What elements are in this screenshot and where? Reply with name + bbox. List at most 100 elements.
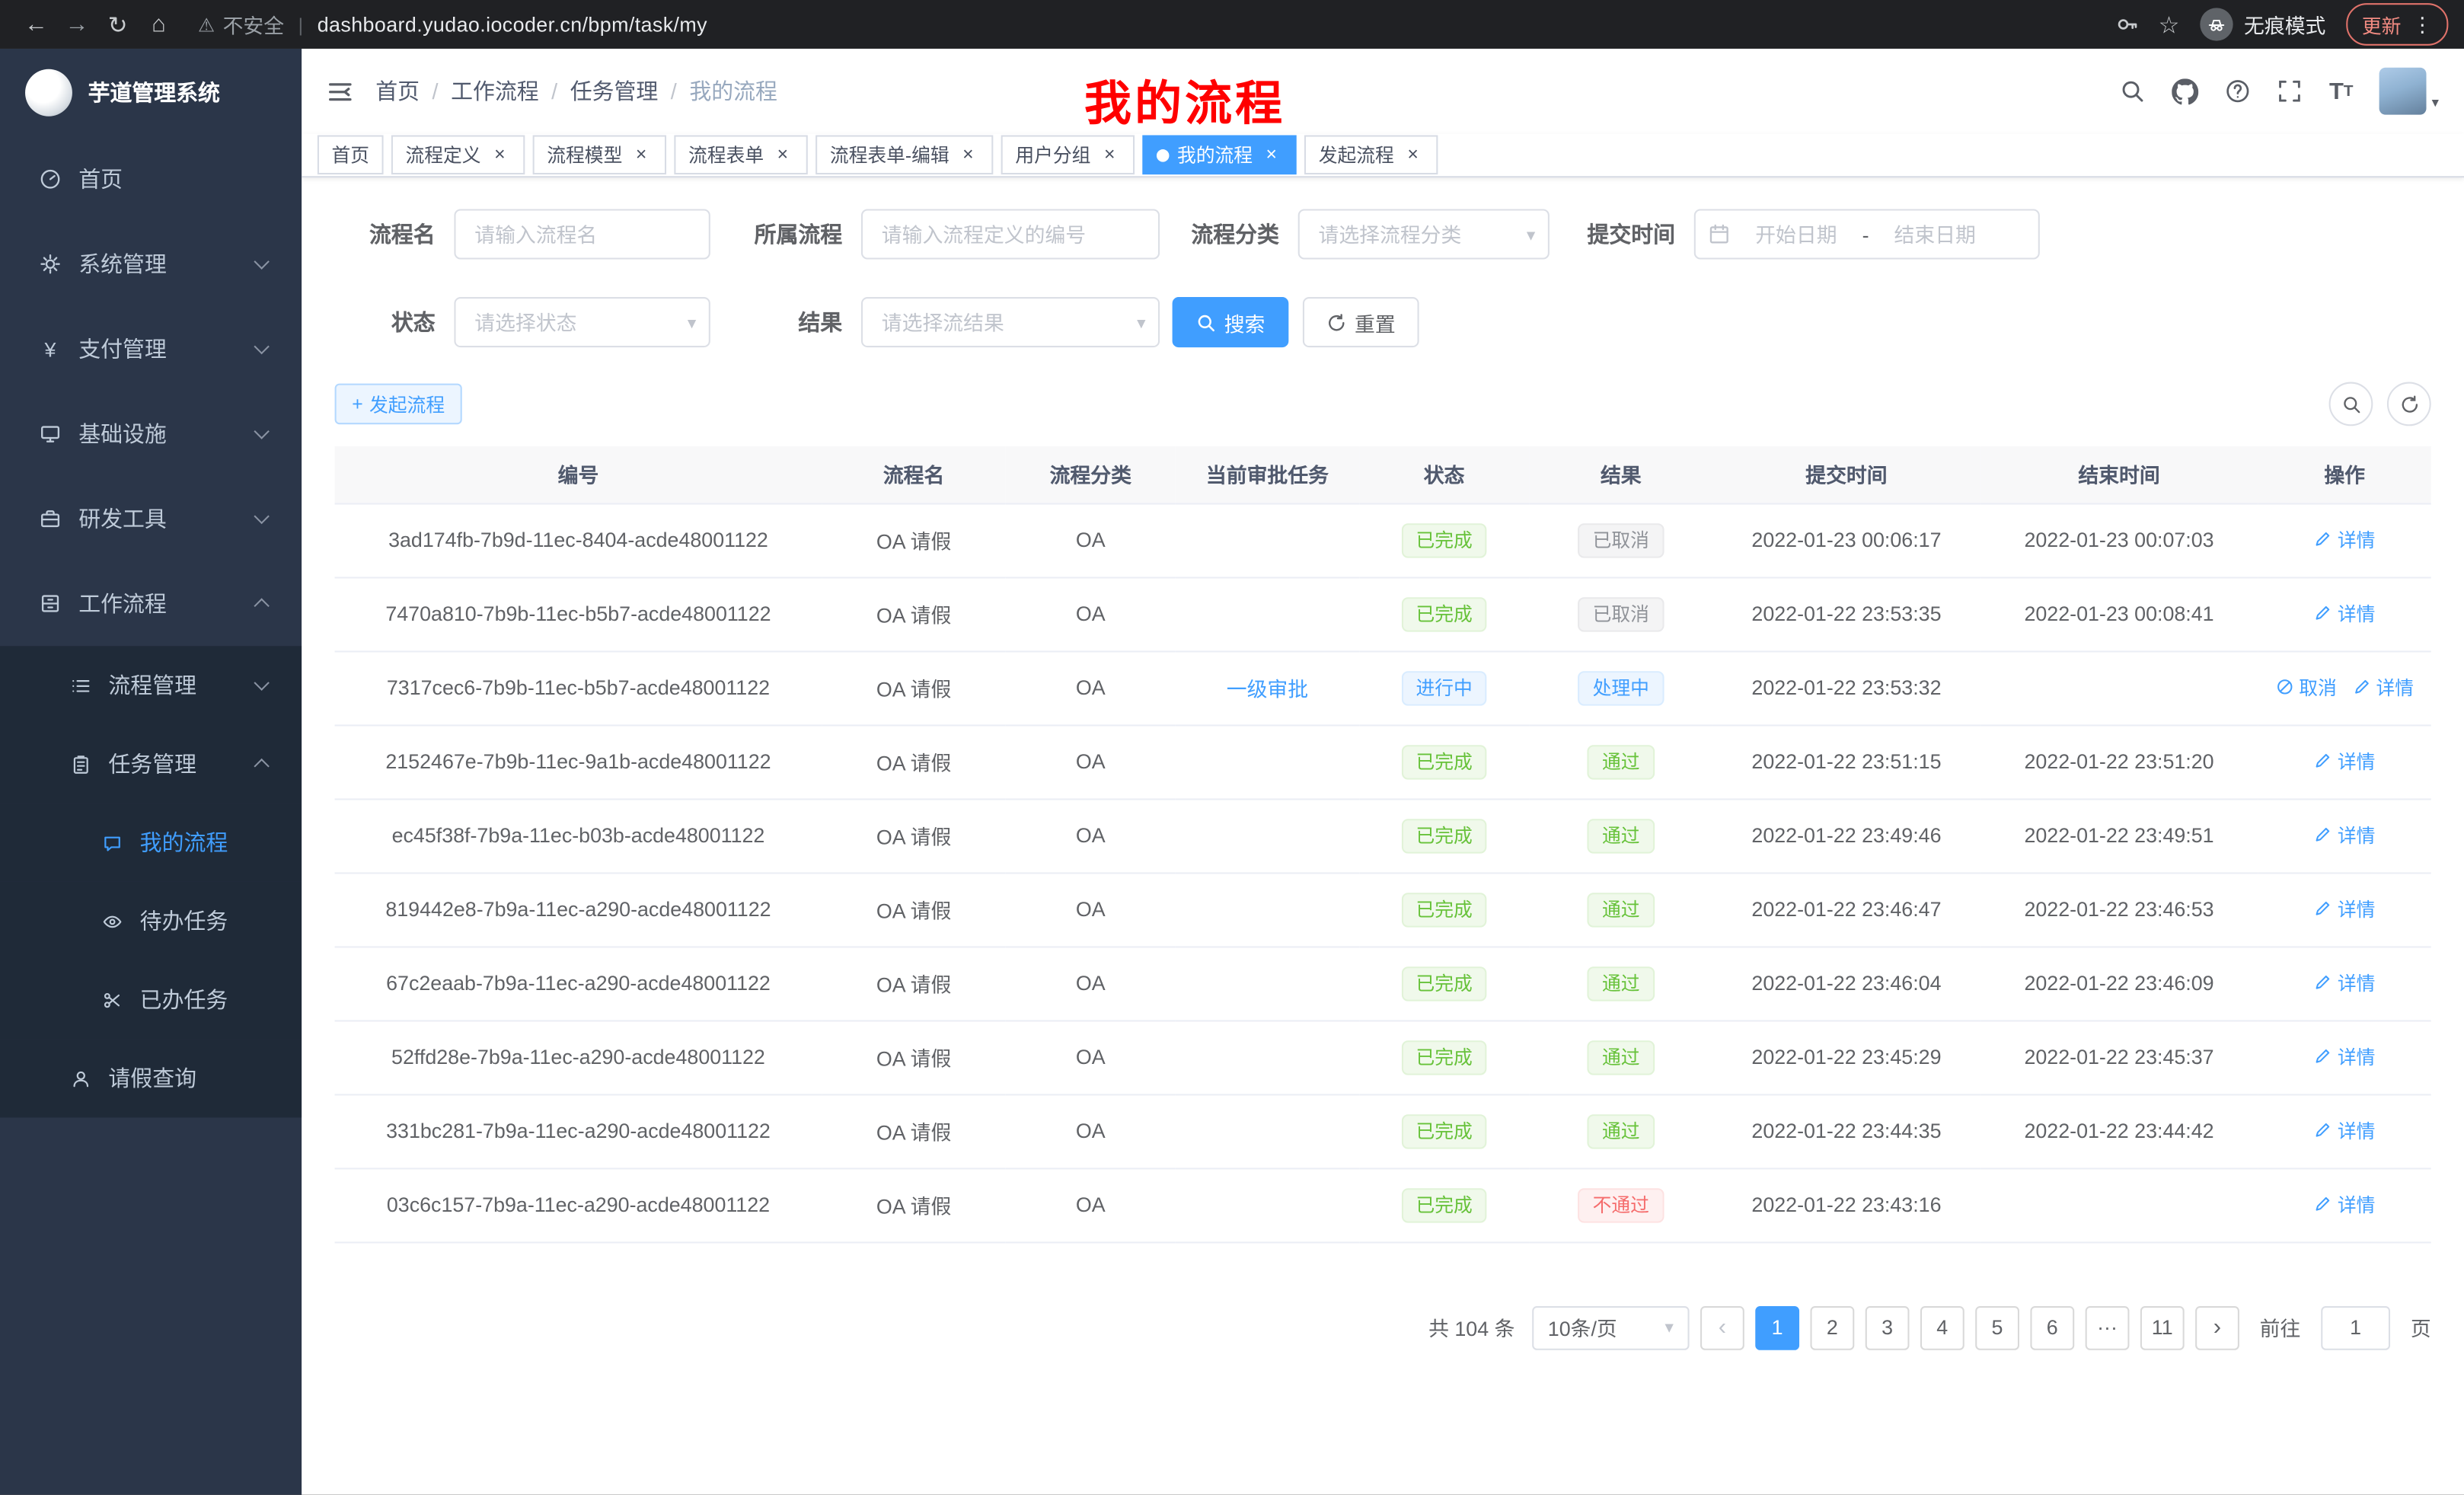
tab-close-icon[interactable]: × — [957, 144, 979, 166]
sidebar-item-workflow[interactable]: 工作流程 — [0, 561, 302, 646]
breadcrumb-item[interactable]: 任务管理 — [570, 75, 659, 107]
cell-id: ec45f38f-7b9a-11ec-b03b-acde48001122 — [335, 798, 822, 872]
detail-action-link[interactable]: 详情 — [2314, 1043, 2376, 1070]
sidebar-item-payment[interactable]: ¥支付管理 — [0, 306, 302, 391]
goto-page-input[interactable] — [2321, 1305, 2390, 1350]
sidebar-collapse-icon[interactable] — [327, 78, 353, 104]
breadcrumb-item[interactable]: 工作流程 — [451, 75, 539, 107]
sidebar-item-process-mgmt[interactable]: 流程管理 — [0, 646, 302, 724]
page-button-6[interactable]: 6 — [2030, 1305, 2074, 1350]
reload-icon[interactable]: ↻ — [97, 10, 139, 38]
page-button-2[interactable]: 2 — [1810, 1305, 1854, 1350]
page-button-5[interactable]: 5 — [1975, 1305, 2019, 1350]
tab-close-icon[interactable]: × — [630, 144, 653, 166]
submit-time-range-picker[interactable]: - — [1694, 209, 2040, 259]
refresh-button[interactable] — [2387, 382, 2431, 426]
tab-my-process[interactable]: 我的流程× — [1143, 135, 1297, 174]
tab-process-form[interactable]: 流程表单× — [674, 135, 807, 174]
user-menu[interactable]: ▾ — [2380, 68, 2439, 115]
eye-icon — [99, 911, 124, 931]
detail-action-link[interactable]: 详情 — [2314, 970, 2376, 996]
page-button-4[interactable]: 4 — [1920, 1305, 1964, 1350]
prev-page-button[interactable]: ‹ — [1700, 1305, 1744, 1350]
breadcrumb-item[interactable]: 首页 — [375, 75, 420, 107]
result-select[interactable]: ▾ — [861, 297, 1160, 347]
cell-current-task — [1176, 1094, 1359, 1168]
detail-action-link[interactable]: 详情 — [2314, 1117, 2376, 1144]
detail-action-link[interactable]: 详情 — [2314, 600, 2376, 627]
category-select[interactable]: ▾ — [1298, 209, 1550, 259]
page-button-11[interactable]: 11 — [2140, 1305, 2185, 1350]
next-page-button[interactable]: › — [2195, 1305, 2239, 1350]
detail-action-link[interactable]: 详情 — [2314, 896, 2376, 922]
sidebar-item-devtools[interactable]: 研发工具 — [0, 476, 302, 561]
category-select-input[interactable] — [1298, 209, 1550, 259]
detail-action-link[interactable]: 详情 — [2314, 748, 2376, 775]
help-icon[interactable] — [2226, 78, 2251, 104]
tab-close-icon[interactable]: × — [771, 144, 793, 166]
key-icon[interactable] — [2115, 13, 2138, 37]
sidebar-item-todo-task[interactable]: 待办任务 — [0, 882, 302, 960]
fullscreen-icon[interactable] — [2277, 78, 2303, 104]
result-select-input[interactable] — [861, 297, 1160, 347]
action-label: 详情 — [2338, 1117, 2376, 1144]
update-button[interactable]: 更新 ⋮ — [2346, 3, 2448, 46]
sidebar-item-home[interactable]: 首页 — [0, 137, 302, 222]
detail-action-link[interactable]: 详情 — [2314, 1191, 2376, 1218]
bookmark-star-icon[interactable]: ☆ — [2159, 10, 2180, 38]
cell-actions: 详情 — [2258, 1094, 2431, 1168]
tab-close-icon[interactable]: × — [1402, 144, 1424, 166]
status-select[interactable]: ▾ — [454, 297, 710, 347]
sidebar-item-done-task[interactable]: 已办任务 — [0, 960, 302, 1039]
browser-menu-icon[interactable]: ⋮ — [2412, 11, 2433, 37]
sidebar-item-leave-query[interactable]: 请假查询 — [0, 1039, 302, 1117]
tab-close-icon[interactable]: × — [489, 144, 511, 166]
page-button-1[interactable]: 1 — [1755, 1305, 1799, 1350]
github-icon[interactable] — [2172, 78, 2199, 104]
page-ellipsis[interactable]: ··· — [2086, 1305, 2130, 1350]
home-icon[interactable]: ⌂ — [139, 11, 180, 37]
sidebar-item-my-process[interactable]: 我的流程 — [0, 803, 302, 882]
create-process-button[interactable]: + 发起流程 — [335, 384, 462, 425]
app-logo[interactable]: 芋道管理系统 — [0, 49, 302, 137]
reset-button[interactable]: 重置 — [1303, 297, 1419, 347]
sidebar-item-infra[interactable]: 基础设施 — [0, 391, 302, 476]
tab-process-definition[interactable]: 流程定义× — [391, 135, 525, 174]
tab-process-model[interactable]: 流程模型× — [533, 135, 666, 174]
page-button-3[interactable]: 3 — [1866, 1305, 1910, 1350]
show-search-button[interactable] — [2329, 382, 2373, 426]
cancel-action-link[interactable]: 取消 — [2275, 674, 2337, 701]
calendar-icon — [1708, 223, 1730, 245]
tab-close-icon[interactable]: × — [1099, 144, 1121, 166]
action-label: 详情 — [2338, 822, 2376, 848]
owner-process-input[interactable] — [861, 209, 1160, 259]
sidebar-item-system[interactable]: 系统管理 — [0, 222, 302, 306]
forward-icon[interactable]: → — [56, 11, 97, 37]
tab-close-icon[interactable]: × — [1260, 144, 1282, 166]
table-header-row: 编号流程名流程分类当前审批任务状态结果提交时间结束时间操作 — [335, 446, 2431, 503]
end-date-input[interactable] — [1875, 222, 1995, 246]
process-name-input[interactable] — [454, 209, 710, 259]
status-select-input[interactable] — [454, 297, 710, 347]
chrome-right-controls: ☆ 无痕模式 更新 ⋮ — [2115, 3, 2449, 46]
tab-user-group[interactable]: 用户分组× — [1001, 135, 1135, 174]
search-icon[interactable] — [2120, 78, 2145, 104]
back-icon[interactable]: ← — [16, 11, 57, 37]
detail-action-link[interactable]: 详情 — [2314, 526, 2376, 553]
tab-home[interactable]: 首页 — [318, 135, 384, 174]
sidebar-item-task-mgmt[interactable]: 任务管理 — [0, 724, 302, 803]
table-row: 3ad174fb-7b9d-11ec-8404-acde48001122OA 请… — [335, 503, 2431, 577]
tab-start-process[interactable]: 发起流程× — [1304, 135, 1438, 174]
task-link[interactable]: 一级审批 — [1227, 677, 1308, 701]
user-icon — [68, 1068, 93, 1088]
search-button[interactable]: 搜索 — [1173, 297, 1289, 347]
address-bar[interactable]: ⚠ 不安全 | dashboard.yudao.iocoder.cn/bpm/t… — [198, 9, 2095, 39]
detail-action-link[interactable]: 详情 — [2314, 822, 2376, 848]
page-size-select[interactable]: 10条/页 ▾ — [1532, 1305, 1689, 1350]
tab-process-form-edit[interactable]: 流程表单-编辑× — [815, 135, 993, 174]
font-size-icon[interactable]: TT — [2329, 78, 2354, 104]
detail-action-link[interactable]: 详情 — [2353, 674, 2415, 701]
cell-process-name: OA 请假 — [822, 946, 1005, 1020]
start-date-input[interactable] — [1736, 222, 1856, 246]
sidebar-item-label: 已办任务 — [140, 984, 228, 1015]
